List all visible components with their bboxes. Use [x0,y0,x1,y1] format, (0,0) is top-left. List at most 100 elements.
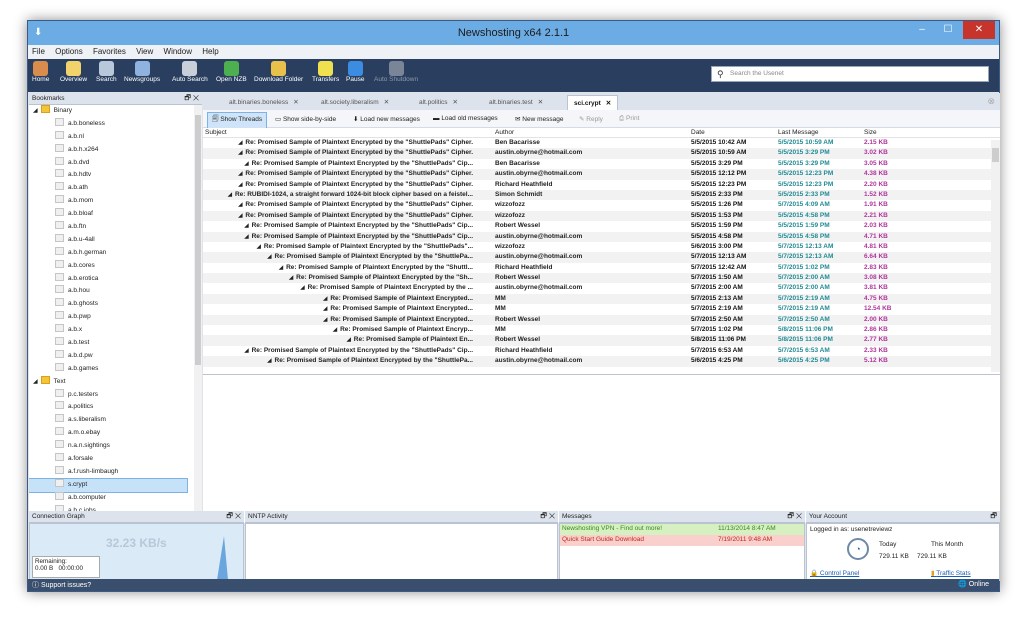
message-row[interactable]: ◢ Re: Promised Sample of Plaintext Encryp… [203,293,1000,305]
column-last-message[interactable]: Last Message [778,129,818,136]
tree-item[interactable]: a.b.dvd [29,156,187,170]
thread-arrow-icon[interactable]: ◢ [267,358,271,364]
message-row[interactable]: ◢ Re: Promised Sample of Plaintext Encryp… [203,221,1000,231]
load-old-messages-button[interactable]: ▬ Load old messages [429,113,502,124]
download-folder-button[interactable]: Download Folder [254,61,303,83]
thread-arrow-icon[interactable]: ◢ [238,140,242,146]
tree-item[interactable]: a.f.rush-limbaugh [29,465,187,479]
pane-pin-close-icon[interactable]: 🗗 ✕ [226,512,241,523]
tree-item[interactable]: a.b.d.pw [29,349,187,363]
show-threads-button[interactable]: 🗐 Show Threads [207,112,268,129]
auto-shutdown-button[interactable]: Auto Shutdown [374,61,418,83]
message-row[interactable]: ◢ Re: RUBIDI-1024, a straight forward 102… [203,189,1000,201]
message-row[interactable]: ◢ Re: Promised Sample of Plaintext Encryp… [203,252,1000,263]
message-row[interactable]: ◢ Re: Promised Sample of Plaintext Encryp… [203,356,1000,367]
pane-pin-icon[interactable]: 🗗 [990,512,997,523]
tree-item[interactable]: n.a.n.sightings [29,440,187,453]
tree-group-binary[interactable]: ◢ Binary [29,105,202,118]
support-link[interactable]: Support issues? [41,582,91,589]
message-row[interactable]: ◢ Re: Promised Sample of Plaintext Encryp… [203,169,1000,180]
message-row[interactable]: ◢ Re: Promised Sample of Plaintext Encryp… [203,325,1000,335]
tab-sci-crypt[interactable]: sci.crypt ✕ [567,95,619,110]
thread-arrow-icon[interactable]: ◢ [323,306,327,312]
expand-arrow-icon[interactable]: ◢ [33,379,38,385]
tab-close-icon[interactable]: ✕ [453,99,458,106]
message-item[interactable]: Quick Start Guide Download 7/19/2011 9:4… [560,535,804,546]
scrollbar-thumb[interactable] [992,148,999,162]
tree-item[interactable]: a.b.mom [29,195,187,208]
thread-arrow-icon[interactable]: ◢ [257,244,261,250]
pane-pin-close-icon[interactable]: 🗗 ✕ [184,94,199,105]
message-row[interactable]: ◢ Re: Promised Sample of Plaintext Encryp… [203,148,1000,159]
thread-arrow-icon[interactable]: ◢ [238,150,242,156]
tree-item[interactable]: a.forsale [29,453,187,466]
column-size[interactable]: Size [864,129,877,136]
auto-search-button[interactable]: Auto Search [172,61,208,83]
tree-item[interactable]: a.b.u-4all [29,233,187,247]
tree-item[interactable]: a.b.erotica [29,272,187,286]
tree-item[interactable]: a.b.cores [29,259,187,273]
message-row[interactable]: ◢ Re: Promised Sample of Plaintext Encryp… [203,314,1000,326]
tree-item[interactable]: a.b.ghosts [29,298,187,311]
maximize-button[interactable]: ☐ [935,21,961,39]
tree-item[interactable]: s.crypt [29,477,188,493]
transfers-button[interactable]: Transfers [312,61,339,83]
tree-item[interactable]: a.b.ath [29,182,187,195]
search-button[interactable]: Search [96,61,117,83]
message-row[interactable]: ◢ Re: Promised Sample of Plaintext Encryp… [203,138,1000,148]
thread-arrow-icon[interactable]: ◢ [300,285,304,291]
tree-item[interactable]: a.b.computer [29,491,187,505]
pane-pin-close-icon[interactable]: 🗗 ✕ [540,512,555,523]
message-row[interactable]: ◢ Re: Promised Sample of Plaintext Encryp… [203,231,1000,242]
column-subject[interactable]: Subject [205,129,227,136]
menu-view[interactable]: View [132,45,157,56]
menu-options[interactable]: Options [51,45,87,56]
tree-item[interactable]: a.b.h.x264 [29,143,187,157]
message-row[interactable]: ◢ Re: Promised Sample of Plaintext Encryp… [203,263,1000,273]
thread-arrow-icon[interactable]: ◢ [244,348,248,354]
tab-alt-politics[interactable]: alt.politics ✕ [413,95,464,110]
tree-item[interactable]: a.s.liberalism [29,414,187,427]
tab-close-icon[interactable]: ✕ [538,99,543,106]
tree-item[interactable]: a.b.test [29,337,187,350]
tree-item[interactable]: a.b.hou [29,285,187,298]
message-row[interactable]: ◢ Re: Promised Sample of Plaintext Encryp… [203,346,1000,356]
thread-arrow-icon[interactable]: ◢ [238,213,242,219]
show-side-by-side-button[interactable]: ▭ Show side-by-side [271,113,340,125]
message-row[interactable]: ◢ Re: Promised Sample of Plaintext Encryp… [203,283,1000,293]
tab-close-icon[interactable]: ✕ [293,99,298,106]
message-item[interactable]: Newshosting VPN - Find out more! 11/13/2… [560,524,804,535]
minimize-button[interactable]: – [909,21,935,39]
open-nzb-button[interactable]: Open NZB [216,61,247,83]
thread-arrow-icon[interactable]: ◢ [228,192,232,198]
thread-arrow-icon[interactable]: ◢ [244,161,248,167]
new-message-button[interactable]: ✉ New message [511,113,567,125]
menu-file[interactable]: File [28,45,49,56]
tree-scrollbar[interactable] [194,105,202,522]
home-button[interactable]: Home [32,61,49,83]
thread-arrow-icon[interactable]: ◢ [267,254,271,260]
tab-alt-binaries-test[interactable]: alt.binaries.test ✕ [483,95,549,110]
tab-strip-close-icon[interactable]: ⊗ [987,96,995,107]
tree-item[interactable]: a.b.x [29,324,187,337]
close-button[interactable]: ✕ [963,21,995,39]
thread-arrow-icon[interactable]: ◢ [238,182,242,188]
thread-arrow-icon[interactable]: ◢ [333,327,337,333]
tree-item[interactable]: a.m.o.ebay [29,427,187,440]
thread-arrow-icon[interactable]: ◢ [323,317,327,323]
thread-arrow-icon[interactable]: ◢ [279,265,283,271]
thread-arrow-icon[interactable]: ◢ [238,171,242,177]
pane-pin-close-icon[interactable]: 🗗 ✕ [787,512,802,523]
message-row[interactable]: ◢ Re: Promised Sample of Plaintext Encryp… [203,200,1000,210]
message-list-scrollbar[interactable] [991,140,1000,372]
tab-close-icon[interactable]: ✕ [384,99,389,106]
tree-item[interactable]: a.b.bloaf [29,208,187,221]
scrollbar-thumb[interactable] [195,115,201,365]
message-row[interactable]: ◢ Re: Promised Sample of Plaintext Encryp… [203,304,1000,314]
expand-arrow-icon[interactable]: ◢ [33,108,38,114]
column-author[interactable]: Author [495,129,514,136]
menu-help[interactable]: Help [198,45,222,56]
thread-arrow-icon[interactable]: ◢ [347,337,351,343]
tree-group-text[interactable]: ◢ Text [29,375,202,389]
load-new-messages-button[interactable]: ⬇ Load new messages [349,113,424,125]
